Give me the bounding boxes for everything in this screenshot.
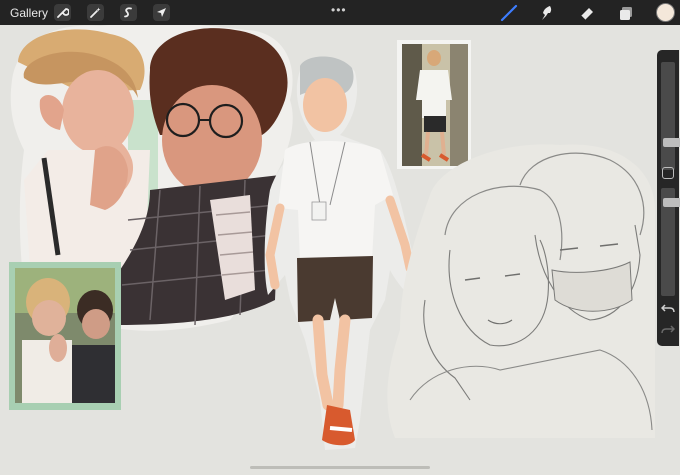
transform-button[interactable]: [153, 4, 170, 21]
reference-photo-full-body: [397, 40, 471, 169]
eraser-button[interactable]: [578, 4, 596, 22]
brush-size-slider[interactable]: [661, 62, 680, 170]
smudge-icon: [542, 6, 552, 20]
brush-button[interactable]: [500, 4, 518, 22]
selection-button[interactable]: [120, 4, 137, 21]
transform-arrow-icon: [157, 8, 166, 17]
layers-icon: [620, 7, 632, 20]
opacity-thumb[interactable]: [663, 198, 680, 207]
opacity-slider[interactable]: [661, 188, 680, 296]
selection-icon: [124, 7, 132, 18]
adjustments-button[interactable]: [87, 4, 104, 21]
magic-wand-icon: [90, 7, 101, 18]
pencil-sketch-pair: [387, 144, 655, 438]
actions-button[interactable]: [54, 4, 71, 21]
layers-button[interactable]: [617, 4, 635, 22]
home-indicator: [250, 466, 430, 469]
more-options-button[interactable]: •••: [331, 3, 347, 17]
undo-icon[interactable]: [661, 302, 675, 314]
drawing-canvas[interactable]: [0, 25, 680, 475]
brush-size-thumb[interactable]: [663, 138, 680, 147]
reference-photo-pair: [9, 262, 121, 410]
modify-button[interactable]: [662, 167, 674, 179]
color-picker-button[interactable]: [656, 3, 675, 22]
wrench-icon: [57, 8, 69, 18]
redo-icon[interactable]: [661, 323, 675, 335]
smudge-button[interactable]: [538, 4, 556, 22]
gallery-button[interactable]: Gallery: [10, 6, 48, 20]
eraser-icon: [580, 8, 593, 21]
top-toolbar: Gallery •••: [0, 0, 680, 25]
brush-icon: [500, 4, 518, 22]
side-toolbar: [657, 50, 680, 346]
